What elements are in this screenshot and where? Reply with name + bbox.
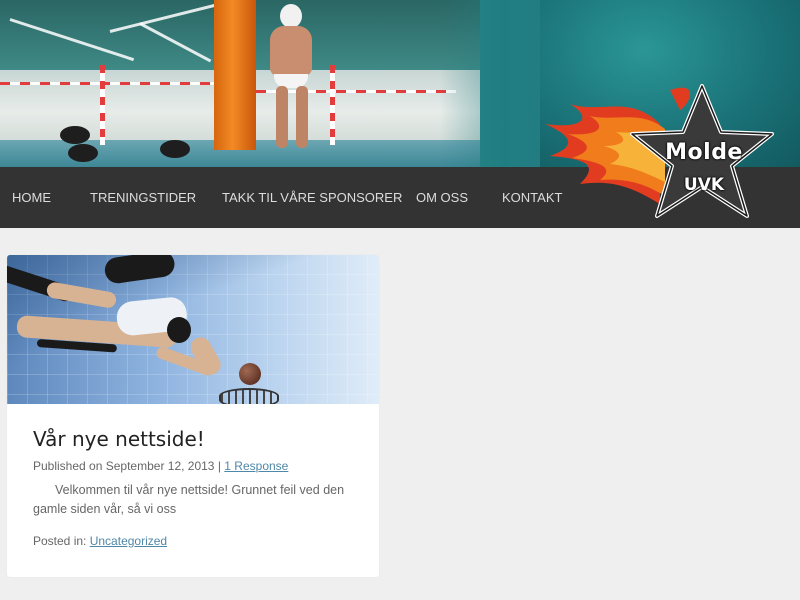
post-meta: Published on September 12, 2013 | 1 Resp…	[33, 459, 288, 473]
diver-head	[160, 140, 190, 158]
nav-item-om-oss[interactable]: OM OSS	[416, 167, 468, 228]
post-category: Posted in: Uncategorized	[33, 534, 167, 548]
orange-column	[214, 0, 256, 150]
post-thumbnail[interactable]	[7, 255, 379, 404]
nav-item-treningstider[interactable]: TRENINGSTIDER	[90, 167, 196, 228]
pool-pole	[330, 65, 335, 145]
meta-separator: |	[217, 459, 221, 473]
nav-item-sponsorer[interactable]: TAKK TIL VÅRE SPONSORER	[222, 167, 402, 228]
excerpt-text: Velkommen til vår nye nettside! Grunnet …	[33, 483, 345, 516]
swimmer-figure	[262, 4, 322, 154]
logo-title: Molde	[665, 140, 743, 165]
post-card: Vår nye nettside! Published on September…	[7, 255, 379, 577]
diver-head	[60, 126, 90, 144]
lane-rope	[0, 82, 214, 85]
nav-item-home[interactable]: HOME	[12, 167, 51, 228]
responses-link[interactable]: 1 Response	[224, 459, 288, 473]
posted-in-label: Posted in:	[33, 534, 87, 548]
published-prefix: Published on	[33, 459, 103, 473]
ball-icon	[239, 363, 261, 385]
post-date: September 12, 2013	[105, 459, 215, 473]
post-excerpt: Velkommen til vår nye nettside! Grunnet …	[33, 481, 363, 519]
site-logo[interactable]: Molde UVK	[540, 84, 800, 234]
logo-subtitle: UVK	[683, 175, 725, 195]
pool-pole	[100, 65, 105, 145]
diver-head	[68, 144, 98, 162]
category-link[interactable]: Uncategorized	[90, 534, 167, 548]
post-title[interactable]: Vår nye nettside!	[33, 427, 205, 451]
basket-icon	[219, 388, 279, 404]
